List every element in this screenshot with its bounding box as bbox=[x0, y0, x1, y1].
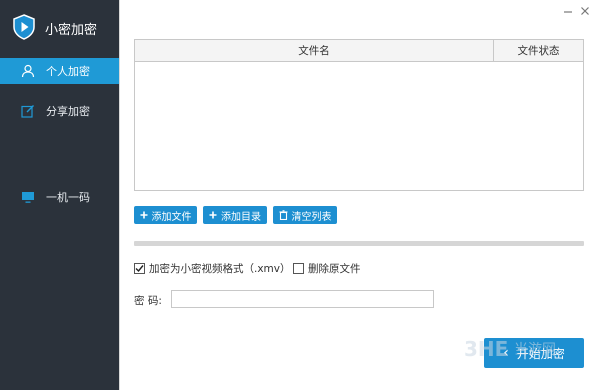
checkbox-box bbox=[134, 263, 145, 274]
password-label: 密 码: bbox=[134, 295, 162, 307]
sidebar-item-label: 个人加密 bbox=[46, 65, 90, 78]
plus-icon bbox=[209, 211, 217, 219]
app-title: 小密加密 bbox=[45, 23, 98, 38]
table-header: 文件名 文件状态 bbox=[135, 40, 583, 62]
sidebar: 小密加密 个人加密 分享加密 一机一码 bbox=[0, 0, 119, 390]
password-field[interactable] bbox=[171, 290, 434, 308]
start-encrypt-button[interactable]: ‹ 开始加密 bbox=[484, 338, 584, 368]
sidebar-item-label: 一机一码 bbox=[46, 191, 90, 204]
monitor-icon bbox=[20, 189, 36, 205]
user-icon bbox=[20, 63, 36, 79]
encrypt-xmv-checkbox[interactable]: 加密为小密视频格式（.xmv） bbox=[134, 261, 291, 276]
sidebar-item-personal-encrypt[interactable]: 个人加密 bbox=[0, 58, 119, 84]
checkbox-box bbox=[293, 263, 304, 274]
close-button[interactable] bbox=[578, 4, 592, 18]
delete-source-label: 删除原文件 bbox=[308, 263, 361, 275]
delete-source-checkbox[interactable]: 删除原文件 bbox=[293, 261, 361, 276]
add-directory-label: 添加目录 bbox=[221, 211, 261, 223]
clear-list-label: 清空列表 bbox=[291, 211, 332, 223]
column-header-status[interactable]: 文件状态 bbox=[494, 40, 583, 61]
share-edit-icon bbox=[20, 103, 36, 119]
file-table[interactable]: 文件名 文件状态 bbox=[134, 39, 584, 191]
sidebar-item-one-machine-code[interactable]: 一机一码 bbox=[0, 184, 119, 210]
close-icon bbox=[581, 7, 589, 15]
progress-bar bbox=[134, 241, 584, 246]
shield-play-icon bbox=[13, 14, 35, 40]
add-directory-button[interactable]: 添加目录 bbox=[203, 206, 267, 224]
sidebar-item-share-encrypt[interactable]: 分享加密 bbox=[0, 98, 119, 124]
sidebar-item-label: 分享加密 bbox=[46, 105, 90, 118]
encrypt-xmv-label: 加密为小密视频格式（.xmv） bbox=[149, 263, 291, 275]
add-file-button[interactable]: 添加文件 bbox=[134, 206, 197, 224]
minimize-button[interactable] bbox=[561, 4, 575, 18]
start-encrypt-label: 开始加密 bbox=[516, 346, 565, 361]
trash-icon bbox=[279, 210, 288, 220]
plus-icon bbox=[140, 211, 148, 219]
add-file-label: 添加文件 bbox=[151, 211, 192, 223]
brand: 小密加密 bbox=[0, 0, 119, 56]
minimize-icon bbox=[564, 11, 572, 13]
clear-list-button[interactable]: 清空列表 bbox=[273, 206, 337, 224]
column-header-filename[interactable]: 文件名 bbox=[135, 40, 494, 61]
checkmark-icon bbox=[135, 265, 144, 273]
chevron-left-icon: ‹ bbox=[503, 345, 509, 361]
